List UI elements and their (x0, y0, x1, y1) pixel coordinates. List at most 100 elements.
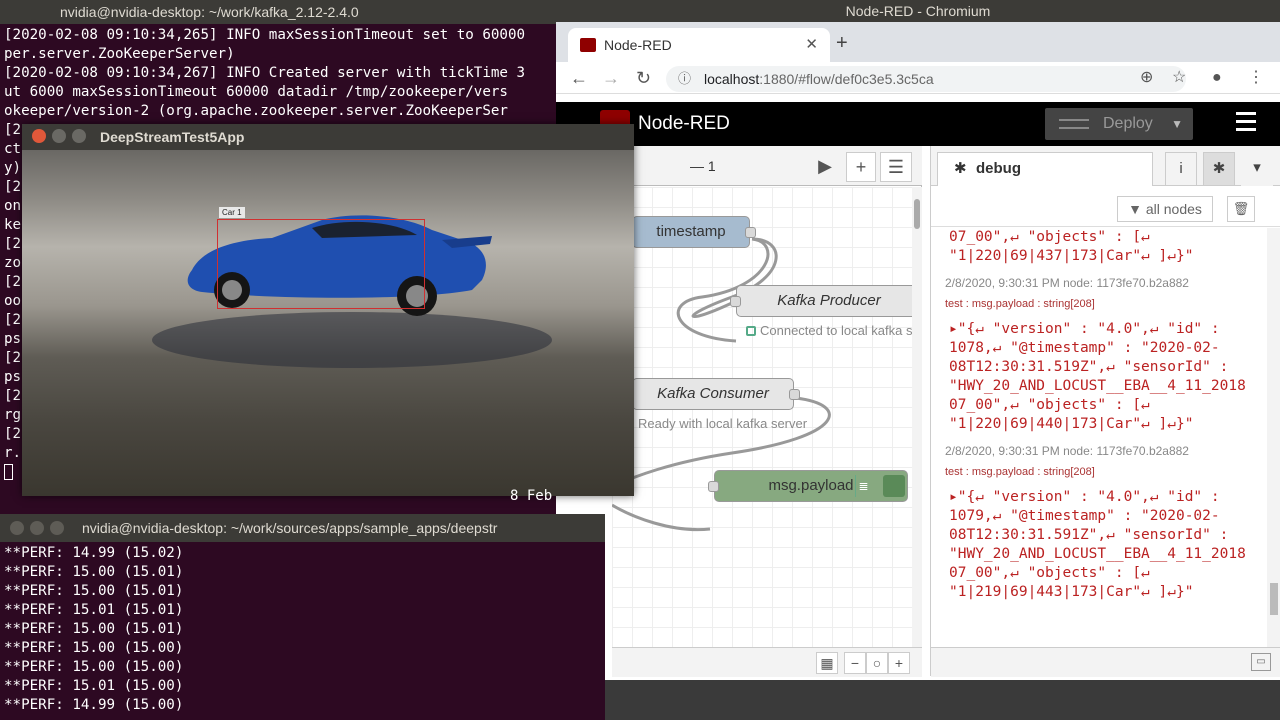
clear-messages-trash-icon[interactable]: 🗑 (1227, 196, 1255, 222)
deepstream-title-bar[interactable]: DeepStreamTest5App (22, 124, 634, 150)
deploy-button[interactable]: Deploy ▼ (1045, 108, 1193, 140)
profile-avatar-icon[interactable]: ● (1212, 66, 1222, 90)
sidebar-menu-chevron-icon[interactable]: ▾ (1241, 152, 1273, 186)
bookmark-star-icon[interactable]: ☆ (1172, 66, 1186, 90)
back-arrow-icon[interactable]: ← (570, 66, 588, 90)
perf-line: **PERF: 15.00 (15.01) (4, 621, 184, 637)
sidebar-tabs: ✱ debug i ✱ ▾ (931, 146, 1280, 186)
perf-line: **PERF: 14.99 (15.02) (4, 545, 184, 561)
popout-icon[interactable]: ▭ (1251, 653, 1271, 671)
kafka-producer-node[interactable]: Kafka Producer (730, 285, 912, 317)
terminal-line: [2020-02-08 09:10:34,265] INFO maxSessio… (4, 27, 526, 43)
reload-icon[interactable]: ↻ (636, 66, 651, 90)
deepstream-title: DeepStreamTest5App (100, 129, 245, 145)
kafka-consumer-node[interactable]: Kafka Consumer (632, 378, 800, 410)
tab-debug[interactable]: ✱ debug (937, 152, 1153, 186)
perf-line: **PERF: 14.99 (15.00) (4, 697, 184, 713)
window-title-bar[interactable]: Node-RED - Chromium (556, 0, 1280, 22)
debug-message[interactable]: 2/8/2020, 9:30:31 PM node: 1173fe70.b2a8… (931, 276, 1267, 434)
terminal-title-bar[interactable]: nvidia@nvidia-desktop: ~/work/kafka_2.12… (0, 0, 560, 24)
debug-node[interactable]: msg.payload ≣ (708, 470, 908, 502)
message-payload-line: 1079,↵ "@timestamp" : "2020-02- (949, 508, 1220, 524)
message-topic: test : msg.payload : string[208] (945, 298, 1095, 310)
close-window-icon[interactable] (32, 129, 46, 143)
minimize-window-icon[interactable] (30, 521, 44, 535)
perf-line: **PERF: 15.00 (15.00) (4, 659, 184, 675)
url-host: localhost (704, 71, 760, 87)
node-label: timestamp (656, 223, 726, 240)
terminal-line: ut 6000 maxSessionTimeout 60000 datadir … (4, 84, 508, 100)
menu-kebab-icon[interactable]: ⋮ (1248, 66, 1264, 90)
flow-canvas[interactable]: timestamp Kafka Producer Connected to lo… (612, 187, 912, 647)
message-payload-line: 08T12:30:31.591Z",↵ "sensorId" : (949, 527, 1229, 543)
timestamp-node[interactable]: timestamp (632, 216, 756, 248)
hamburger-menu-icon[interactable] (1236, 112, 1256, 134)
tab-strip: Node-RED ✕ + (556, 22, 1280, 62)
close-window-icon[interactable] (10, 521, 24, 535)
output-port[interactable] (745, 227, 756, 238)
message-payload-line: "1|220|69|437|173|Car"↵ ]↵}" (949, 248, 1194, 264)
message-payload-line: "1|220|69|440|173|Car"↵ ]↵}" (949, 416, 1194, 432)
zoom-icon[interactable]: ⊕ (1140, 66, 1153, 90)
debug-toolbar: ▼ all nodes 🗑 (931, 187, 1280, 227)
close-tab-icon[interactable]: ✕ (805, 28, 818, 62)
message-payload-line: 07_00",↵ "objects" : [↵ (949, 229, 1150, 245)
detection-bounding-box (217, 219, 425, 309)
scroll-tabs-right-icon[interactable]: ▶ (808, 152, 842, 182)
flow-list-icon[interactable]: ☰ (880, 152, 912, 182)
producer-status: Connected to local kafka server (746, 323, 912, 338)
message-topic: test : msg.payload : string[208] (945, 466, 1095, 478)
input-port[interactable] (708, 481, 719, 492)
debug-messages[interactable]: 07_00",↵ "objects" : [↵ "1|220|69|437|173… (931, 228, 1267, 648)
node-label: msg.payload (768, 477, 854, 494)
new-tab-button[interactable]: + (836, 28, 848, 58)
zoom-in-button[interactable]: + (888, 652, 910, 674)
url-path: :1880/#flow/def0c3e5.3c5ca (759, 71, 934, 87)
debug-toggle-button[interactable] (883, 475, 905, 497)
debug-tab-icon[interactable]: ✱ (1203, 152, 1235, 186)
debug-scrollbar[interactable] (1267, 228, 1280, 648)
map-icon[interactable]: ▦ (816, 652, 838, 674)
maximize-window-icon[interactable] (50, 521, 64, 535)
zoom-out-button[interactable]: − (844, 652, 866, 674)
deepstream-window[interactable]: DeepStreamTest5App Car 1 (22, 124, 634, 496)
info-icon[interactable]: ⓘ (678, 66, 691, 92)
minimize-window-icon[interactable] (52, 129, 66, 143)
window-title: Node-RED - Chromium (845, 3, 991, 19)
terminal2-title: nvidia@nvidia-desktop: ~/work/sources/ap… (82, 520, 498, 536)
output-port[interactable] (789, 389, 800, 400)
deploy-label: Deploy (1103, 115, 1153, 132)
tab-flow[interactable]: — 1 (690, 158, 716, 174)
message-meta: 2/8/2020, 9:30:31 PM node: 1173fe70.b2a8… (945, 276, 1189, 290)
info-tab-icon[interactable]: i (1165, 152, 1197, 186)
filter-all-nodes-button[interactable]: ▼ all nodes (1117, 196, 1213, 222)
chevron-down-icon[interactable]: ▼ (1171, 108, 1183, 140)
consumer-status: Ready with local kafka server (638, 416, 808, 431)
flow-workspace[interactable]: — 1 + ☰ ▶ timestamp Kafka Producer Conne… (612, 146, 922, 677)
deepstream-terminal-window[interactable]: nvidia@nvidia-desktop: ~/work/sources/ap… (0, 514, 605, 720)
perf-line: **PERF: 15.00 (15.01) (4, 564, 184, 580)
tab-nodered[interactable]: Node-RED ✕ (568, 28, 830, 62)
maximize-window-icon[interactable] (72, 129, 86, 143)
debug-message[interactable]: 07_00",↵ "objects" : [↵ "1|220|69|437|173… (931, 228, 1267, 266)
terminal-line: per.server.ZooKeeperServer) (4, 46, 235, 62)
detection-label: Car 1 (219, 207, 245, 218)
message-payload-line: 07_00",↵ "objects" : [↵ (949, 397, 1150, 413)
zoom-reset-button[interactable]: ○ (866, 652, 888, 674)
debug-sidebar: ✱ debug i ✱ ▾ ▼ all nodes 🗑 07_00",↵ "ob… (930, 146, 1280, 677)
forward-arrow-icon[interactable]: → (602, 66, 620, 90)
deploy-icon (1059, 119, 1089, 129)
input-port[interactable] (730, 296, 741, 307)
toolbar: ← → ↻ ⓘ localhost:1880/#flow/def0c3e5.3c… (556, 62, 1280, 94)
address-bar[interactable]: ⓘ localhost:1880/#flow/def0c3e5.3c5ca (666, 66, 1186, 92)
terminal2-title-bar[interactable]: nvidia@nvidia-desktop: ~/work/sources/ap… (0, 514, 605, 542)
node-label: Kafka Consumer (657, 385, 769, 402)
debug-message[interactable]: 2/8/2020, 9:30:31 PM node: 1173fe70.b2a8… (931, 444, 1267, 602)
nodered-favicon-icon (580, 38, 596, 52)
workspace-scrollbar[interactable] (912, 187, 922, 647)
add-flow-button[interactable]: + (846, 152, 876, 182)
node-label: Kafka Producer (777, 292, 881, 309)
terminal-title: nvidia@nvidia-desktop: ~/work/kafka_2.12… (60, 4, 359, 20)
sidebar-footer: ▭ (931, 647, 1280, 677)
chromium-window[interactable]: Node-RED - Chromium Node-RED ✕ + ← → ↻ ⓘ… (556, 0, 1280, 680)
